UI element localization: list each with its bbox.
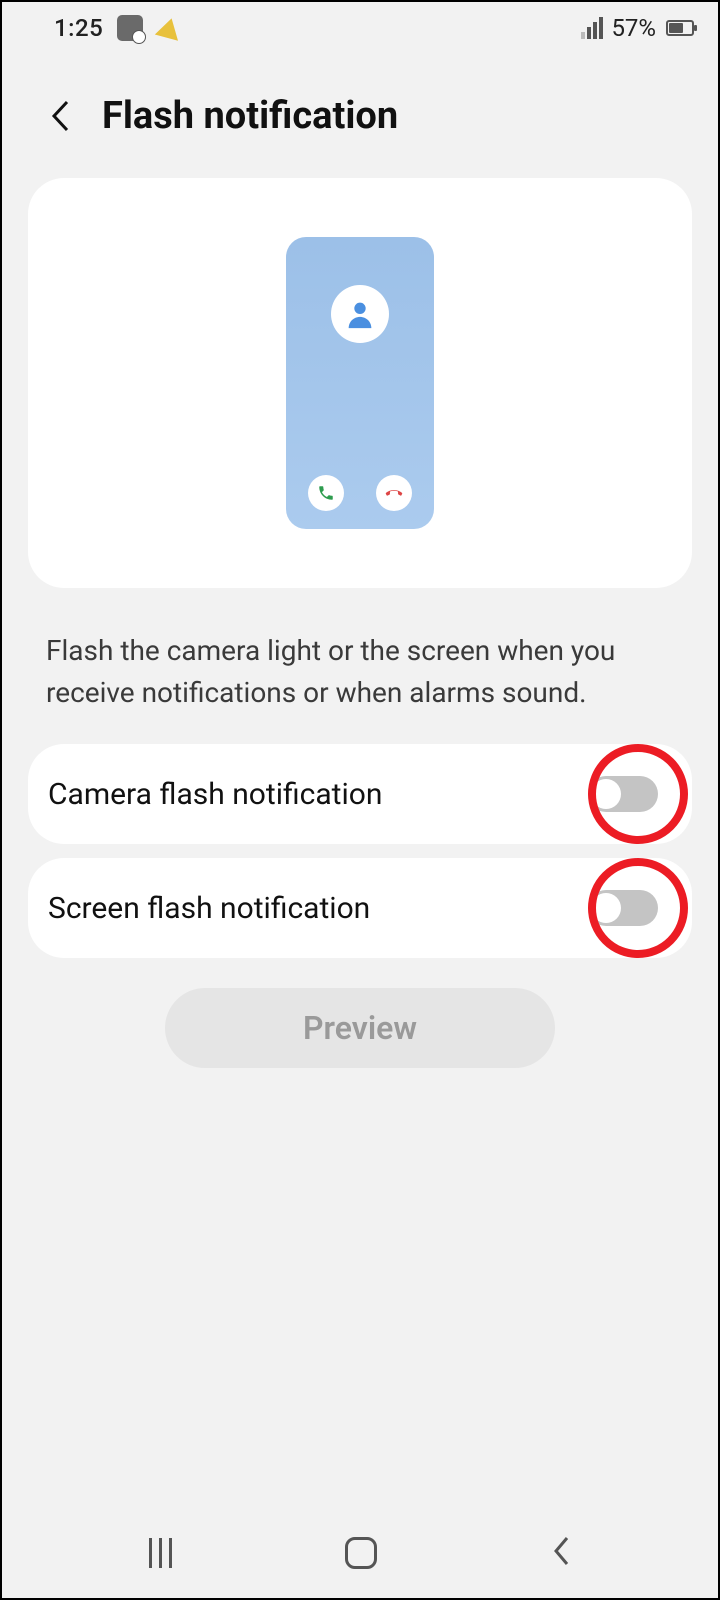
- nav-back-button[interactable]: [551, 1535, 571, 1571]
- status-bar: 1:25 57%: [2, 2, 718, 54]
- phone-illustration: [286, 237, 434, 529]
- signal-icon: [581, 17, 603, 39]
- nav-home-button[interactable]: [345, 1537, 377, 1569]
- illustration-card: [28, 178, 692, 588]
- header: Flash notification: [2, 54, 718, 178]
- chevron-left-icon: [49, 99, 71, 133]
- decline-call-icon: [376, 475, 412, 511]
- status-time: 1:25: [54, 14, 103, 42]
- battery-icon: [666, 20, 694, 36]
- preview-label: Preview: [303, 1009, 417, 1047]
- setting-label: Screen flash notification: [48, 891, 370, 926]
- setting-label: Camera flash notification: [48, 777, 382, 812]
- status-right: 57%: [581, 14, 694, 42]
- preview-button[interactable]: Preview: [165, 988, 555, 1068]
- status-left: 1:25: [54, 14, 181, 42]
- setting-camera-flash[interactable]: Camera flash notification: [28, 744, 692, 844]
- accept-call-icon: [308, 475, 344, 511]
- notification-icon: [117, 15, 143, 41]
- preview-button-wrap: Preview: [2, 988, 718, 1068]
- description-text: Flash the camera light or the screen whe…: [2, 588, 718, 744]
- toggle-screen-flash[interactable]: [588, 890, 658, 926]
- navigation-bar: [2, 1508, 718, 1598]
- page-title: Flash notification: [102, 94, 398, 138]
- avatar-icon: [331, 285, 389, 343]
- toggle-camera-flash[interactable]: [588, 776, 658, 812]
- back-button[interactable]: [42, 98, 78, 134]
- location-icon: [155, 15, 183, 41]
- battery-percent: 57%: [611, 14, 656, 42]
- setting-screen-flash[interactable]: Screen flash notification: [28, 858, 692, 958]
- nav-recents-button[interactable]: [149, 1538, 172, 1568]
